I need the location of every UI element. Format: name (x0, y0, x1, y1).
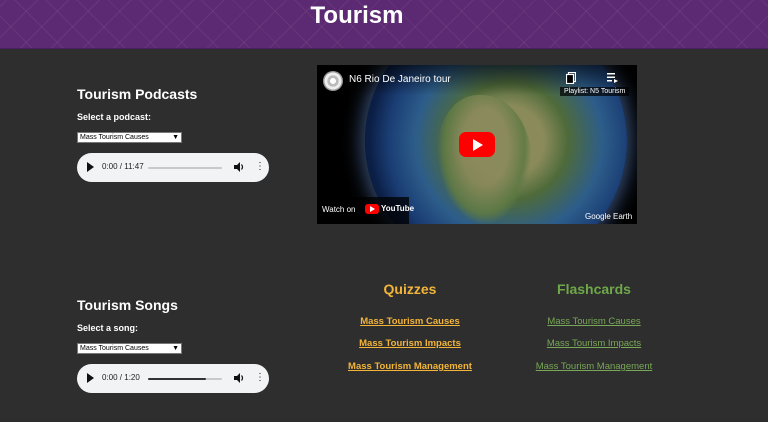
flashcard-link-management[interactable]: Mass Tourism Management (524, 361, 664, 372)
songs-heading: Tourism Songs (77, 297, 178, 313)
podcast-audio-player[interactable]: 0:00 / 11:47 ⋮ (77, 153, 269, 182)
song-select[interactable]: Mass Tourism Causes ▼ (77, 343, 182, 354)
quizzes-heading: Quizzes (383, 281, 437, 297)
volume-icon[interactable] (234, 372, 244, 384)
podcast-select[interactable]: Mass Tourism Causes ▼ (77, 132, 182, 143)
youtube-play-icon[interactable] (459, 132, 495, 157)
play-icon[interactable] (87, 162, 94, 172)
podcast-seek-bar[interactable] (148, 167, 222, 169)
page-title: Tourism (310, 2, 404, 29)
copy-link-icon[interactable] (566, 72, 576, 84)
song-seek-bar[interactable] (148, 378, 222, 380)
song-select-value: Mass Tourism Causes (80, 345, 149, 352)
song-audio-player[interactable]: 0:00 / 1:20 ⋮ (77, 364, 269, 393)
google-earth-watermark: Google Earth (585, 212, 633, 221)
podcast-select-label: Select a podcast: (77, 112, 152, 122)
podcast-select-value: Mass Tourism Causes (80, 134, 149, 141)
flashcard-link-causes[interactable]: Mass Tourism Causes (524, 316, 664, 327)
quiz-link-causes[interactable]: Mass Tourism Causes (340, 316, 480, 327)
watch-on-youtube-button[interactable]: Watch on YouTube (317, 197, 414, 224)
chevron-down-icon: ▼ (172, 345, 179, 352)
youtube-wordmark: YouTube (381, 204, 415, 213)
podcast-time: 0:00 / 11:47 (102, 162, 144, 171)
video-embed[interactable]: N6 Rio De Janeiro tour Playlist: N5 Tour… (317, 65, 637, 224)
quiz-link-management[interactable]: Mass Tourism Management (340, 361, 480, 372)
video-title[interactable]: N6 Rio De Janeiro tour (349, 74, 451, 85)
more-options-icon[interactable]: ⋮ (255, 161, 265, 173)
more-options-icon[interactable]: ⋮ (255, 372, 265, 384)
song-time: 0:00 / 1:20 (102, 373, 140, 382)
playlist-label[interactable]: Playlist: N5 Tourism (560, 87, 630, 96)
song-seek-fill (148, 378, 206, 380)
playlist-icon[interactable] (607, 72, 619, 84)
flashcards-heading: Flashcards (557, 281, 631, 297)
channel-avatar[interactable] (323, 71, 343, 91)
volume-icon[interactable] (234, 161, 244, 173)
play-icon[interactable] (87, 373, 94, 383)
watch-on-text: Watch on (322, 205, 356, 214)
song-select-label: Select a song: (77, 323, 139, 333)
youtube-logo-icon (365, 204, 379, 214)
podcasts-heading: Tourism Podcasts (77, 86, 198, 102)
flashcard-link-impacts[interactable]: Mass Tourism Impacts (524, 338, 664, 349)
chevron-down-icon: ▼ (172, 134, 179, 141)
page-header: Tourism (0, 0, 768, 49)
quiz-link-impacts[interactable]: Mass Tourism Impacts (340, 338, 480, 349)
